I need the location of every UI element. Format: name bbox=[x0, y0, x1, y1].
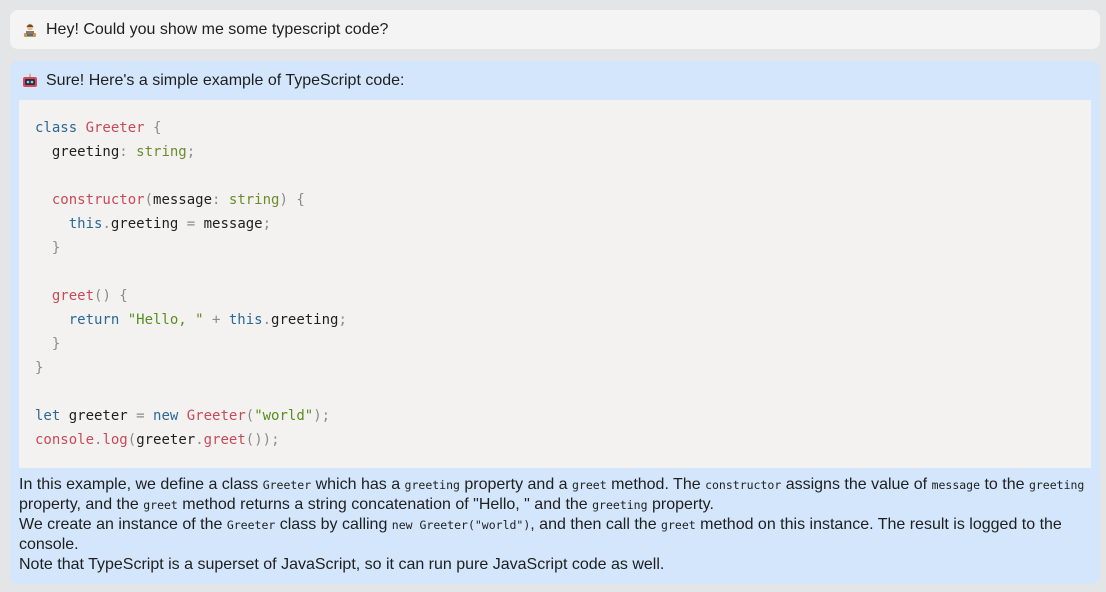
explanation-paragraph: We create an instance of the Greeter cla… bbox=[19, 515, 1094, 555]
code-token: ) { bbox=[279, 192, 305, 208]
code-token: message bbox=[203, 216, 263, 232]
code-token: + bbox=[203, 312, 229, 328]
explanation-text-segment: Note that TypeScript is a superset of Ja… bbox=[19, 556, 665, 573]
code-token: class bbox=[35, 120, 86, 136]
explanation-text-segment: property. bbox=[647, 496, 714, 513]
code-token: log bbox=[102, 432, 128, 448]
inline-code: greet bbox=[661, 518, 696, 532]
inline-code: message bbox=[931, 478, 981, 492]
code-token: . bbox=[195, 432, 204, 448]
code-line: this.greeting = message; bbox=[35, 212, 1075, 236]
code-line: console.log(greeter.greet()); bbox=[35, 428, 1075, 452]
code-token: greeting bbox=[110, 216, 179, 232]
code-token: ; bbox=[186, 144, 196, 160]
code-token: this bbox=[228, 312, 263, 328]
code-token: ()); bbox=[245, 432, 280, 448]
code-token: "world" bbox=[254, 408, 314, 424]
explanation-text-segment: method returns a string concatenation of… bbox=[177, 496, 593, 513]
code-token: } bbox=[35, 240, 61, 256]
code-token: message bbox=[153, 192, 213, 208]
inline-code: greeting bbox=[1028, 478, 1085, 492]
explanation-text: In this example, we define a class Greet… bbox=[19, 475, 1094, 575]
code-token: greeting bbox=[271, 312, 339, 328]
code-token: "Hello, " bbox=[127, 312, 204, 328]
code-line: greeting: string; bbox=[35, 140, 1075, 164]
code-token: { bbox=[144, 120, 162, 136]
inline-code: greet bbox=[572, 478, 607, 492]
code-token: new bbox=[153, 408, 187, 424]
code-token: = bbox=[127, 408, 154, 424]
code-token: ; bbox=[262, 216, 272, 232]
code-line: class Greeter { bbox=[35, 116, 1075, 140]
explanation-text-segment: method. The bbox=[606, 476, 706, 493]
inline-code: Greeter bbox=[262, 478, 312, 492]
user-message-text: Hey! Could you show me some typescript c… bbox=[46, 20, 389, 38]
code-line: } bbox=[35, 356, 1075, 380]
explanation-text-segment: which has a bbox=[311, 476, 405, 493]
code-token: this bbox=[35, 216, 103, 232]
inline-code: new Greeter("world") bbox=[391, 518, 531, 532]
inline-code: greeting bbox=[404, 478, 460, 492]
inline-code: constructor bbox=[705, 478, 782, 492]
user-avatar-icon bbox=[24, 23, 36, 37]
explanation-text-segment: property and a bbox=[459, 476, 573, 493]
code-token: ; bbox=[338, 312, 347, 328]
code-token: . bbox=[262, 312, 272, 328]
code-token: ( bbox=[127, 432, 137, 448]
code-token: greeter bbox=[68, 408, 128, 424]
inline-code: greet bbox=[143, 498, 178, 512]
chat-window: Hey! Could you show me some typescript c… bbox=[0, 0, 1106, 592]
robot-avatar-icon bbox=[23, 73, 37, 87]
code-line: let greeter = new Greeter("world"); bbox=[35, 404, 1075, 428]
code-token: return bbox=[35, 312, 128, 328]
explanation-text-segment: class by calling bbox=[275, 516, 392, 533]
code-block: class Greeter { greeting: string; constr… bbox=[19, 100, 1091, 468]
assistant-message: Sure! Here's a simple example of TypeScr… bbox=[10, 61, 1100, 584]
explanation-text-segment: property, and the bbox=[19, 496, 144, 513]
user-message: Hey! Could you show me some typescript c… bbox=[10, 10, 1100, 49]
code-token: greeter bbox=[136, 432, 196, 448]
code-token: Greeter bbox=[186, 408, 246, 424]
code-line: } bbox=[35, 236, 1075, 260]
inline-code: greeting bbox=[592, 498, 648, 512]
assistant-header: Sure! Here's a simple example of TypeScr… bbox=[22, 71, 404, 91]
explanation-paragraph: Note that TypeScript is a superset of Ja… bbox=[19, 555, 1094, 575]
code-line: greet() { bbox=[35, 284, 1075, 308]
explanation-text-segment: We create an instance of the bbox=[19, 516, 227, 533]
code-token: ); bbox=[313, 408, 331, 424]
code-token: string bbox=[228, 192, 280, 208]
assistant-intro-text: Sure! Here's a simple example of TypeScr… bbox=[46, 72, 405, 89]
explanation-text-segment: assigns the value of bbox=[781, 476, 932, 493]
code-token: constructor bbox=[35, 192, 145, 208]
code-token: greeting bbox=[35, 144, 120, 160]
code-token: console bbox=[35, 432, 95, 448]
explanation-paragraph: In this example, we define a class Greet… bbox=[19, 475, 1094, 515]
code-token: Greeter bbox=[85, 120, 145, 136]
code-token: greet bbox=[35, 288, 95, 304]
code-token: ( bbox=[245, 408, 255, 424]
code-token: () { bbox=[94, 288, 128, 304]
code-token: ( bbox=[144, 192, 154, 208]
explanation-text-segment: , and then call the bbox=[530, 516, 662, 533]
code-token: string bbox=[136, 144, 187, 160]
explanation-text-segment: to the bbox=[980, 476, 1029, 493]
code-line: } bbox=[35, 332, 1075, 356]
code-token: } bbox=[35, 336, 61, 352]
code-token: . bbox=[102, 216, 111, 232]
code-token: greet bbox=[203, 432, 246, 448]
explanation-text-segment: In this example, we define a class bbox=[19, 476, 263, 493]
code-token: let bbox=[35, 408, 69, 424]
code-token: : bbox=[212, 192, 229, 208]
code-line: constructor(message: string) { bbox=[35, 188, 1075, 212]
code-token: = bbox=[178, 216, 204, 232]
code-line: return "Hello, " + this.greeting; bbox=[35, 308, 1075, 332]
inline-code: Greeter bbox=[226, 518, 276, 532]
code-token: } bbox=[35, 360, 44, 376]
code-token: : bbox=[119, 144, 137, 160]
